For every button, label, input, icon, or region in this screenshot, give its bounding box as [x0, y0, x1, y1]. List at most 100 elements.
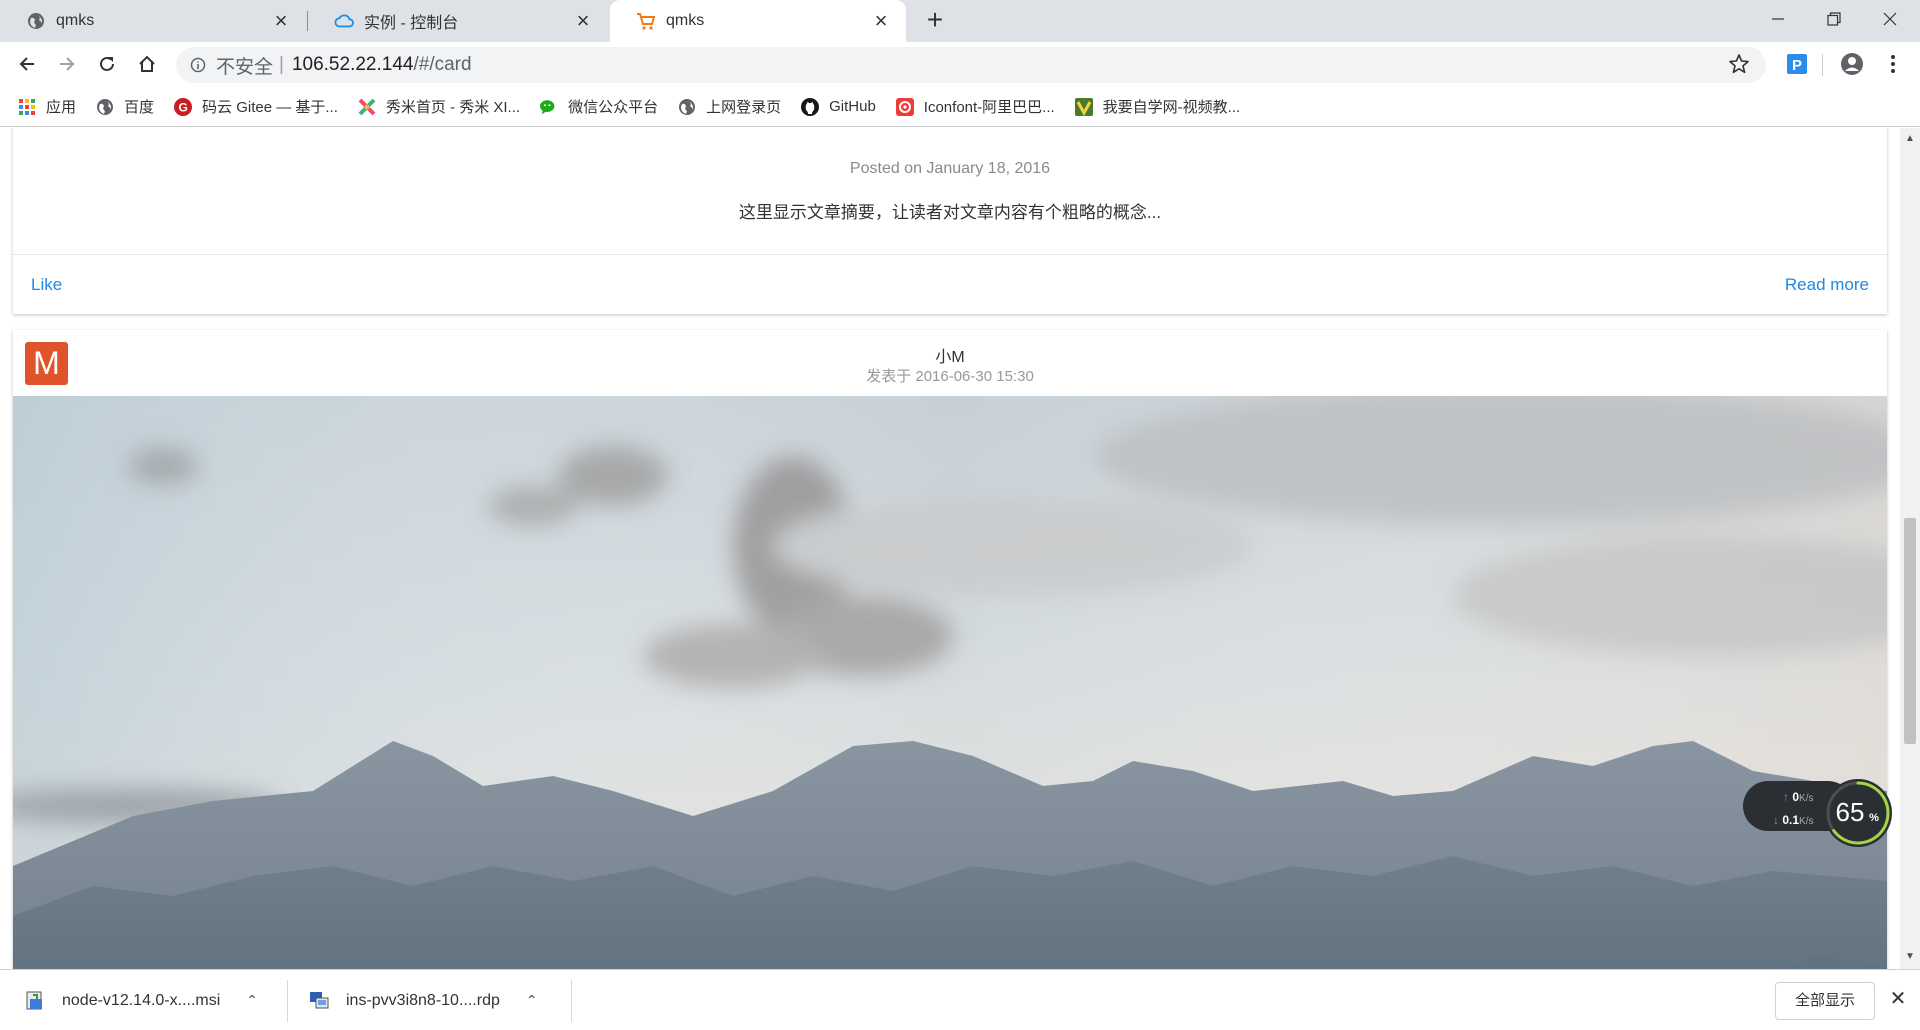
upload-arrow-icon: ↑: [1783, 790, 1789, 804]
bookmark-zixue[interactable]: 我要自学网-视频教...: [1074, 96, 1241, 117]
scroll-thumb[interactable]: [1904, 518, 1916, 744]
bookmark-label: 微信公众平台: [568, 99, 659, 116]
github-icon: [801, 97, 820, 116]
bookmark-apps[interactable]: 应用: [18, 96, 76, 117]
bookmark-star-icon[interactable]: [1728, 53, 1752, 77]
bookmark-label: 应用: [46, 99, 77, 116]
close-icon[interactable]: ✕: [1887, 988, 1909, 1010]
tab-title: qmks: [666, 12, 705, 29]
toolbar-divider: [1822, 54, 1823, 76]
download-shelf: node-v12.14.0-x....msi ⌃ ins-pvv3i8n8-10…: [0, 969, 1920, 1030]
globe-icon: [678, 98, 696, 116]
close-icon[interactable]: ×: [870, 10, 892, 32]
svg-text:G: G: [179, 100, 188, 114]
back-button[interactable]: [11, 48, 43, 80]
msi-installer-icon: [26, 991, 42, 1009]
bookmark-label: 上网登录页: [706, 99, 782, 116]
download-value: 0.1: [1782, 813, 1800, 827]
cart-icon: [636, 11, 656, 31]
close-window-button[interactable]: [1860, 0, 1920, 38]
post-date: Posted on January 18, 2016: [849, 160, 1051, 177]
upload-unit: K/s: [1799, 793, 1814, 804]
article-card: Posted on January 18, 2016 这里显示文章摘要，让读者对…: [13, 128, 1887, 314]
page-viewport: Posted on January 18, 2016 这里显示文章摘要，让读者对…: [0, 128, 1900, 969]
gauge-percent-unit: %: [1869, 812, 1879, 824]
tab-qmks-active[interactable]: qmks ×: [610, 0, 906, 42]
bookmark-label: GitHub: [829, 98, 876, 115]
apps-grid-icon: [18, 98, 36, 116]
xiumi-icon: [358, 98, 376, 116]
download-filename: ins-pvv3i8n8-10....rdp: [346, 991, 500, 1009]
back-arrow-icon: [19, 57, 34, 71]
new-tab-button[interactable]: +: [922, 6, 948, 34]
upload-speed: ↑ 0K/s: [1783, 790, 1813, 804]
download-separator: [287, 980, 288, 1022]
tab-qmks-1[interactable]: qmks ×: [0, 0, 306, 42]
download-item[interactable]: node-v12.14.0-x....msi ⌃: [24, 970, 258, 1030]
svg-text:P: P: [1792, 57, 1802, 74]
photo-card: M 小M 发表于 2016-06-30 15:30: [13, 330, 1887, 969]
tab-title: qmks: [56, 12, 95, 29]
bookmark-wechat[interactable]: 微信公众平台: [540, 96, 658, 117]
chevron-up-icon[interactable]: ⌃: [526, 992, 538, 1009]
reload-button[interactable]: [91, 48, 123, 80]
tab-strip: qmks × 实例 - 控制台 × qmks × +: [0, 0, 1920, 42]
bookmark-baidu[interactable]: 百度: [96, 96, 154, 117]
mountain-photo: [13, 396, 1887, 969]
extension-button[interactable]: P: [1784, 51, 1810, 77]
url-path: /#/card: [413, 54, 472, 75]
gitee-icon: G: [174, 97, 193, 116]
scroll-down-arrow-icon[interactable]: ▼: [1904, 950, 1916, 964]
author-name: 小M: [935, 349, 965, 366]
bookmark-iconfont[interactable]: Iconfont-阿里巴巴...: [895, 96, 1055, 117]
iconfont-icon: [895, 97, 914, 116]
security-label: 不安全: [216, 56, 274, 78]
bookmark-label: 百度: [124, 99, 155, 116]
gauge-percent: 65: [1836, 797, 1865, 827]
article-summary: 这里显示文章摘要，让读者对文章内容有个粗略的概念...: [738, 203, 1162, 222]
p-extension-icon: P: [1787, 54, 1807, 74]
network-speed-widget[interactable]: ↑ 0K/s ↓ 0.1K/s 65 %: [1743, 777, 1893, 847]
download-arrow-icon: ↓: [1773, 813, 1779, 827]
restore-button[interactable]: [1804, 0, 1864, 38]
bookmark-github[interactable]: GitHub: [801, 97, 876, 116]
card-header: M 小M 发表于 2016-06-30 15:30: [13, 330, 1887, 396]
download-unit: K/s: [1799, 816, 1814, 827]
bookmarks-bar: 应用 百度 G 码云 Gitee — 基于... 秀米首页 - 秀米 XI...…: [0, 87, 1920, 127]
tab-console[interactable]: 实例 - 控制台 ×: [308, 0, 608, 42]
bookmark-xiumi[interactable]: 秀米首页 - 秀米 XI...: [358, 96, 520, 117]
globe-icon: [96, 98, 114, 116]
globe-icon: [26, 11, 46, 31]
close-icon[interactable]: ×: [572, 10, 594, 32]
minimize-button[interactable]: [1748, 0, 1808, 38]
menu-button[interactable]: [1880, 51, 1906, 77]
rdp-file-icon: [310, 991, 329, 1008]
browser-toolbar: 不安全 | 106.52.22.144/#/card P: [0, 42, 1920, 87]
separator: |: [279, 54, 284, 75]
scroll-up-arrow-icon[interactable]: ▲: [1904, 132, 1916, 146]
bookmark-login-page[interactable]: 上网登录页: [678, 96, 781, 117]
download-speed: ↓ 0.1K/s: [1773, 813, 1813, 827]
bookmark-label: 码云 Gitee — 基于...: [202, 99, 338, 116]
bookmark-label: 秀米首页 - 秀米 XI...: [385, 99, 521, 116]
address-bar[interactable]: 不安全 | 106.52.22.144/#/card: [176, 47, 1766, 83]
bookmark-label: Iconfont-阿里巴巴...: [923, 99, 1055, 116]
vertical-scrollbar[interactable]: ▲ ▼: [1900, 128, 1920, 969]
minimize-icon: [1772, 18, 1784, 20]
bookmark-label: 我要自学网-视频教...: [1102, 99, 1241, 116]
forward-button[interactable]: [51, 48, 83, 80]
download-item[interactable]: ins-pvv3i8n8-10....rdp ⌃: [308, 970, 538, 1030]
show-all-downloads-button[interactable]: 全部显示: [1775, 982, 1875, 1020]
url-host: 106.52.22.144: [291, 54, 414, 75]
like-button[interactable]: Like: [31, 275, 62, 295]
home-button[interactable]: [131, 48, 163, 80]
read-more-button[interactable]: Read more: [1785, 275, 1869, 295]
bookmark-gitee[interactable]: G 码云 Gitee — 基于...: [174, 96, 338, 117]
cloud-icon: [334, 11, 354, 31]
home-icon: [139, 55, 155, 72]
info-icon[interactable]: [190, 57, 206, 73]
close-icon[interactable]: ×: [270, 10, 292, 32]
profile-button[interactable]: [1839, 51, 1865, 77]
chevron-up-icon[interactable]: ⌃: [246, 992, 258, 1009]
tab-title: 实例 - 控制台: [364, 15, 459, 32]
